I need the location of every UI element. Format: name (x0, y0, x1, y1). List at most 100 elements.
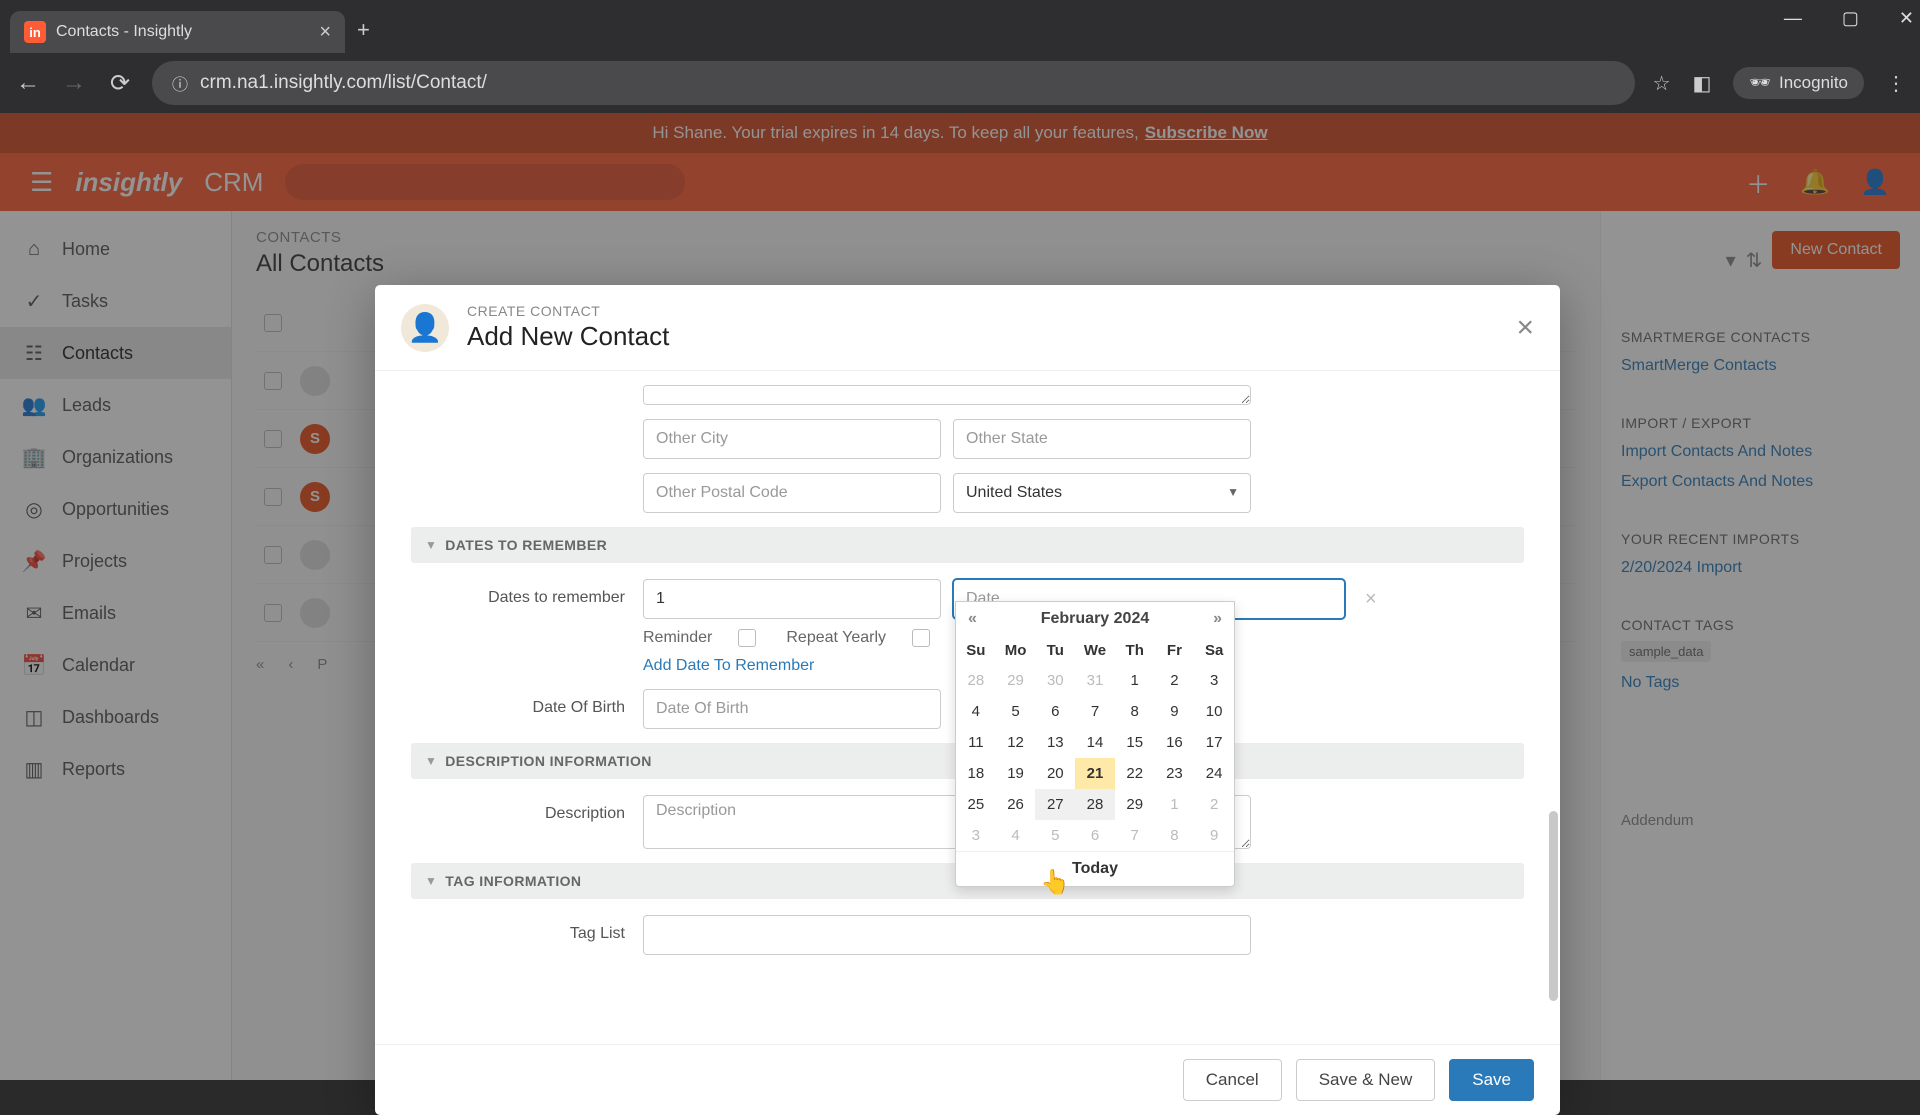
close-window-icon[interactable]: ✕ (1899, 8, 1914, 29)
close-tab-icon[interactable]: × (319, 21, 331, 44)
datepicker-day[interactable]: 7 (1075, 696, 1115, 727)
datepicker-day[interactable]: 25 (956, 789, 996, 820)
dob-label: Date Of Birth (411, 689, 643, 717)
chevron-down-icon: ▼ (425, 538, 437, 552)
url-field[interactable]: ⓘ crm.na1.insightly.com/list/Contact/ (152, 61, 1635, 105)
datepicker-day[interactable]: 3 (956, 820, 996, 851)
reload-icon[interactable]: ⟳ (106, 69, 134, 98)
datepicker-day[interactable]: 4 (956, 696, 996, 727)
page: Hi Shane. Your trial expires in 14 days.… (0, 113, 1920, 1080)
datepicker-day[interactable]: 23 (1155, 758, 1195, 789)
description-label: Description (411, 795, 643, 823)
site-info-icon[interactable]: ⓘ (172, 71, 188, 95)
datepicker-day[interactable]: 15 (1115, 727, 1155, 758)
datepicker-day[interactable]: 9 (1155, 696, 1195, 727)
remove-date-icon[interactable]: × (1365, 588, 1377, 611)
dow-label: Sa (1194, 636, 1234, 665)
datepicker-day[interactable]: 8 (1115, 696, 1155, 727)
datepicker-day[interactable]: 30 (1035, 665, 1075, 696)
new-tab-button[interactable]: + (357, 17, 370, 43)
datepicker-day[interactable]: 20 (1035, 758, 1075, 789)
datepicker-day[interactable]: 14 (1075, 727, 1115, 758)
datepicker-day[interactable]: 22 (1115, 758, 1155, 789)
repeat-checkbox[interactable] (912, 629, 930, 647)
dates-label: Dates to remember (411, 579, 643, 607)
incognito-badge[interactable]: 🕶 Incognito (1733, 67, 1864, 99)
other-postal-input[interactable] (643, 473, 941, 513)
datepicker-day[interactable]: 3 (1194, 665, 1234, 696)
dow-label: Mo (996, 636, 1036, 665)
datepicker-day[interactable]: 31 (1075, 665, 1115, 696)
datepicker-day[interactable]: 24 (1194, 758, 1234, 789)
save-button[interactable]: Save (1449, 1059, 1534, 1101)
datepicker-day[interactable]: 4 (996, 820, 1036, 851)
maximize-icon[interactable]: ▢ (1842, 8, 1859, 29)
datepicker-day[interactable]: 17 (1194, 727, 1234, 758)
minimize-icon[interactable]: ― (1784, 8, 1802, 29)
scrollbar-thumb[interactable] (1549, 811, 1558, 1001)
datepicker-day[interactable]: 13 (1035, 727, 1075, 758)
dow-label: We (1075, 636, 1115, 665)
tag-input[interactable] (643, 915, 1251, 955)
browser-tab[interactable]: in Contacts - Insightly × (10, 11, 345, 53)
datepicker-day[interactable]: 26 (996, 789, 1036, 820)
menu-icon[interactable]: ⋮ (1886, 71, 1906, 96)
browser-chrome: in Contacts - Insightly × + ― ▢ ✕ ← → ⟳ … (0, 0, 1920, 113)
modal-title: Add New Contact (467, 321, 669, 352)
add-date-link[interactable]: Add Date To Remember (643, 657, 814, 675)
datepicker-day[interactable]: 1 (1115, 665, 1155, 696)
cancel-button[interactable]: Cancel (1183, 1059, 1282, 1101)
add-contact-modal: 👤 CREATE CONTACT Add New Contact × (375, 285, 1560, 1115)
datepicker-day[interactable]: 28 (1075, 789, 1115, 820)
repeat-label: Repeat Yearly (786, 629, 886, 647)
datepicker-day[interactable]: 28 (956, 665, 996, 696)
datepicker-day[interactable]: 5 (996, 696, 1036, 727)
dow-label: Tu (1035, 636, 1075, 665)
chevron-down-icon: ▼ (425, 754, 437, 768)
datepicker-day[interactable]: 6 (1075, 820, 1115, 851)
datepicker-day[interactable]: 5 (1035, 820, 1075, 851)
close-modal-icon[interactable]: × (1516, 311, 1534, 345)
datepicker-day[interactable]: 18 (956, 758, 996, 789)
datepicker-day[interactable]: 10 (1194, 696, 1234, 727)
save-new-button[interactable]: Save & New (1296, 1059, 1436, 1101)
prev-month-icon[interactable]: « (968, 610, 977, 628)
datepicker-day[interactable]: 19 (996, 758, 1036, 789)
month-label[interactable]: February 2024 (1041, 610, 1150, 628)
datepicker-day[interactable]: 8 (1155, 820, 1195, 851)
tab-strip: in Contacts - Insightly × + ― ▢ ✕ (0, 0, 1920, 53)
bookmark-icon[interactable]: ☆ (1653, 71, 1671, 96)
reminder-checkbox[interactable] (738, 629, 756, 647)
dow-label: Su (956, 636, 996, 665)
today-button[interactable]: Today (956, 851, 1234, 886)
back-icon[interactable]: ← (14, 69, 42, 97)
forward-icon: → (60, 69, 88, 97)
datepicker-day[interactable]: 21 (1075, 758, 1115, 789)
datepicker-day[interactable]: 16 (1155, 727, 1195, 758)
datepicker-day[interactable]: 29 (1115, 789, 1155, 820)
next-month-icon[interactable]: » (1213, 610, 1222, 628)
panel-icon[interactable]: ◧ (1693, 71, 1712, 96)
datepicker-day[interactable]: 6 (1035, 696, 1075, 727)
other-state-input[interactable] (953, 419, 1251, 459)
incognito-icon: 🕶 (1749, 73, 1771, 93)
other-country-select[interactable] (953, 473, 1251, 513)
datepicker-day[interactable]: 27 (1035, 789, 1075, 820)
modal-eyebrow: CREATE CONTACT (467, 303, 669, 319)
datepicker-day[interactable]: 9 (1194, 820, 1234, 851)
url-text: crm.na1.insightly.com/list/Contact/ (200, 72, 487, 94)
other-address-input[interactable] (643, 385, 1251, 405)
datepicker-day[interactable]: 29 (996, 665, 1036, 696)
datepicker-day[interactable]: 7 (1115, 820, 1155, 851)
dob-input[interactable] (643, 689, 941, 729)
datepicker-day[interactable]: 2 (1194, 789, 1234, 820)
datepicker-day[interactable]: 2 (1155, 665, 1195, 696)
datepicker-day[interactable]: 12 (996, 727, 1036, 758)
other-city-input[interactable] (643, 419, 941, 459)
reminder-value-input[interactable] (643, 579, 941, 619)
datepicker-day[interactable]: 11 (956, 727, 996, 758)
modal-body: ▼ DATES TO REMEMBER Dates to remember × … (375, 371, 1560, 1044)
section-dates[interactable]: ▼ DATES TO REMEMBER (411, 527, 1524, 563)
reminder-label: Reminder (643, 629, 712, 647)
datepicker-day[interactable]: 1 (1155, 789, 1195, 820)
